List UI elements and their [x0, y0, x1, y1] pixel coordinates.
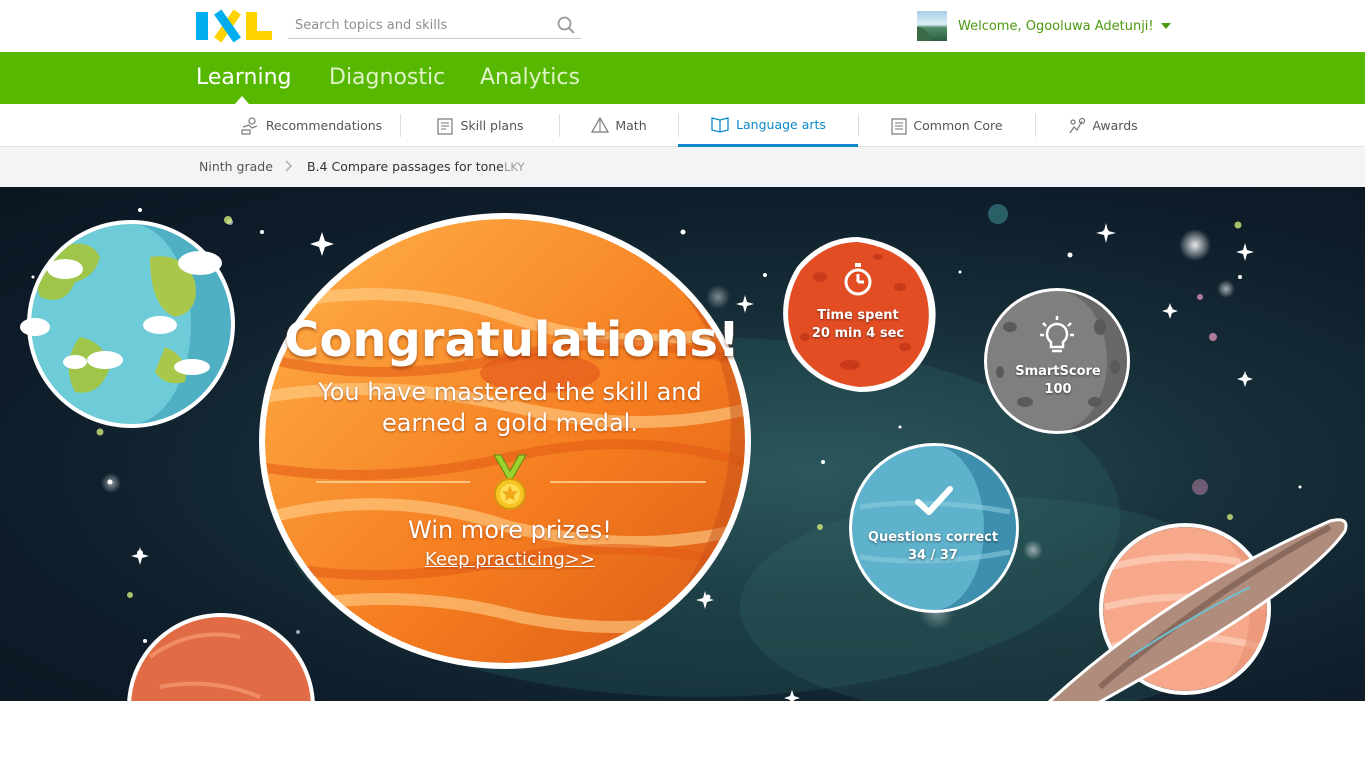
chevron-right-icon [285, 160, 292, 172]
subtab-recommendations[interactable]: Recommendations [222, 104, 400, 147]
subtab-label: Math [615, 118, 647, 133]
language-arts-icon [711, 117, 729, 133]
skill-plans-icon [437, 117, 454, 135]
math-icon [591, 116, 610, 133]
chevron-down-icon[interactable] [1160, 23, 1171, 29]
space-illustration [20, 204, 1348, 701]
keep-practicing-link[interactable]: Keep practicing>> [360, 549, 660, 570]
win-prizes-text: Win more prizes! [408, 516, 612, 544]
mastered-message: You have mastered the skill and earned a… [318, 378, 702, 437]
congratulations-banner: Time spent 20 min 4 sec SmartScore 100 Q… [0, 187, 1365, 701]
questions-correct-label: Questions correct [867, 530, 999, 545]
subtab-math[interactable]: Math [560, 104, 678, 147]
page-footer-area [0, 701, 1365, 767]
subtab-awards[interactable]: Awards [1036, 104, 1170, 147]
recommendations-icon [241, 116, 258, 135]
tab-diagnostic[interactable]: Diagnostic [329, 65, 445, 90]
ixl-logo[interactable] [196, 12, 274, 40]
tab-learning[interactable]: Learning [196, 65, 292, 90]
congratulations-title: Congratulations! [284, 312, 740, 368]
stopwatch-icon [843, 262, 873, 296]
top-header: Welcome, Ogooluwa Adetunji! [0, 0, 1365, 52]
subtab-label: Awards [1092, 118, 1138, 133]
questions-correct-value: 34 / 37 [908, 548, 958, 563]
search-input[interactable] [288, 12, 548, 38]
breadcrumb-grade-link[interactable]: Ninth grade [199, 159, 273, 174]
search-icon[interactable] [557, 16, 575, 34]
checkmark-icon [915, 485, 953, 517]
subtab-label: Language arts [736, 116, 826, 132]
time-spent-label: Time spent [817, 308, 899, 323]
breadcrumb: Ninth grade B.4 Compare passages for ton… [0, 147, 1365, 187]
active-tab-pointer [235, 96, 249, 104]
subtab-skill-plans[interactable]: Skill plans [401, 104, 559, 147]
common-core-icon [891, 117, 907, 135]
time-spent-value: 20 min 4 sec [811, 326, 905, 341]
sub-nav: Recommendations Skill plans Math Languag… [0, 104, 1365, 147]
subtab-language-arts[interactable]: Language arts [678, 104, 858, 147]
lightbulb-icon [1039, 315, 1075, 355]
welcome-text[interactable]: Welcome, Ogooluwa Adetunji! [958, 19, 1154, 34]
tab-analytics[interactable]: Analytics [480, 65, 580, 90]
breadcrumb-skill: B.4 Compare passages for tone [307, 159, 504, 174]
subtab-label: Recommendations [265, 118, 383, 133]
subtab-label: Skill plans [460, 118, 524, 133]
smartscore-label: SmartScore [1015, 364, 1101, 379]
subtab-label: Common Core [913, 118, 1003, 133]
main-nav: Learning Diagnostic Analytics [0, 52, 1365, 104]
search-box [288, 12, 581, 39]
user-menu[interactable]: Welcome, Ogooluwa Adetunji! [917, 11, 1171, 41]
skill-code: LKY [504, 160, 525, 174]
subtab-common-core[interactable]: Common Core [859, 104, 1035, 147]
awards-icon [1069, 117, 1086, 133]
smartscore-value: 100 [1044, 382, 1072, 397]
avatar[interactable] [917, 11, 947, 41]
